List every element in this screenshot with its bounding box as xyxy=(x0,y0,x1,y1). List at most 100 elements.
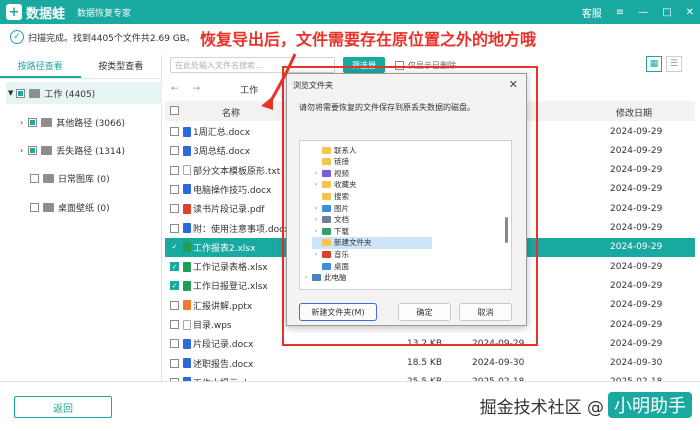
word-file-icon xyxy=(183,145,191,156)
minimize-icon[interactable]: — xyxy=(638,7,648,18)
folder-tree-item[interactable]: › 收藏夹 xyxy=(312,179,357,191)
sidebar: 按路径查看 按类型查看 ▼ 工作 (4405) › 其他路径 (3066) › 丢失路径 … xyxy=(0,55,162,381)
folder-tree-item[interactable]: 搜索 xyxy=(312,190,349,202)
nav-forward-icon[interactable]: → xyxy=(193,84,201,94)
row-checkbox[interactable] xyxy=(170,184,179,194)
folder-icon xyxy=(322,227,331,235)
grid-view-icon[interactable]: ▦ xyxy=(646,56,662,72)
expand-arrow-icon[interactable]: › xyxy=(20,118,23,127)
list-view-icon[interactable]: ☰ xyxy=(666,56,682,72)
tree-arrow-icon[interactable]: › xyxy=(312,181,320,188)
folder-icon xyxy=(41,145,53,155)
row-checkbox[interactable] xyxy=(170,223,179,233)
tree-arrow-icon[interactable]: › xyxy=(312,251,320,258)
folder-tree-item[interactable]: › 此电脑 xyxy=(302,272,347,284)
menu-icon[interactable]: ≡ xyxy=(616,7,624,18)
folder-tree-item[interactable]: › 文档 xyxy=(312,214,349,226)
tab-by-type[interactable]: 按类型查看 xyxy=(81,55,162,78)
folder-tree-label: 此电脑 xyxy=(324,273,347,283)
row-checkbox[interactable] xyxy=(170,204,179,214)
watermark-pill: 小明助手 xyxy=(608,392,692,418)
word-file-icon xyxy=(183,358,191,369)
dialog-close-icon[interactable]: ✕ xyxy=(509,78,518,91)
row-checkbox[interactable] xyxy=(170,320,179,329)
folder-tree-label: 下载 xyxy=(334,226,349,236)
tree-checkbox[interactable] xyxy=(16,88,26,98)
sidebar-tree-item[interactable]: › 其他路径 (3066) xyxy=(20,111,125,133)
folder-tree-item[interactable]: 新建文件夹 xyxy=(312,236,432,249)
folder-tree-label: 图片 xyxy=(334,203,349,213)
watermark-text: 掘金技术社区 @ xyxy=(479,397,604,418)
row-checkbox[interactable]: ✓ xyxy=(170,262,179,272)
folder-tree-item[interactable]: 桌面 xyxy=(312,260,349,272)
folder-icon xyxy=(322,181,331,189)
folder-tree-scrollbar[interactable] xyxy=(505,147,509,285)
collapse-arrow-icon[interactable]: ▼ xyxy=(8,89,13,97)
row-checkbox[interactable] xyxy=(170,127,179,136)
tree-arrow-icon[interactable]: › xyxy=(312,170,320,177)
ok-button[interactable]: 确定 xyxy=(398,303,451,321)
scrollbar-thumb[interactable] xyxy=(505,217,508,243)
folder-tree-label: 搜索 xyxy=(334,191,349,201)
file-modified-date: 2024-09-29 xyxy=(610,242,663,253)
tree-checkbox[interactable] xyxy=(28,145,38,155)
dialog-description: 请勿将需要恢复的文件保存到原丢失数据的磁盘。 xyxy=(299,103,475,112)
file-modified-date: 2024-09-29 xyxy=(610,300,663,311)
row-checkbox[interactable] xyxy=(170,146,179,156)
header-modified[interactable]: 修改日期 xyxy=(616,106,652,119)
table-row[interactable]: 述职报告.docx 18.5 KB 2024-09-30 2024-09-30 xyxy=(165,354,695,373)
tab-by-path[interactable]: 按路径查看 xyxy=(0,55,81,78)
maximize-icon[interactable]: □ xyxy=(662,7,671,18)
tree-arrow-icon[interactable]: › xyxy=(312,228,320,235)
tree-checkbox[interactable] xyxy=(28,117,38,127)
file-modified-date: 2024-09-29 xyxy=(610,338,663,349)
file-modified-date: 2024-09-30 xyxy=(610,358,663,369)
cancel-button[interactable]: 取消 xyxy=(459,303,512,321)
expand-arrow-icon[interactable]: › xyxy=(20,146,23,155)
tree-arrow-icon[interactable]: › xyxy=(312,216,320,223)
sidebar-tree-item[interactable]: ▼ 工作 (4405) xyxy=(6,82,162,104)
select-all-checkbox[interactable] xyxy=(170,106,179,115)
xls-file-icon xyxy=(183,280,191,291)
file-modified-date: 2024-09-29 xyxy=(610,223,663,233)
folder-tree-item[interactable]: › 音乐 xyxy=(312,248,349,260)
tree-checkbox[interactable] xyxy=(30,202,39,212)
tree-arrow-icon[interactable]: › xyxy=(312,205,320,212)
folder-icon xyxy=(322,146,331,154)
tree-item-label: 日常图库 (0) xyxy=(58,174,110,185)
watermark: 掘金技术社区 @ 小明助手 xyxy=(480,392,692,418)
tree-arrow-icon[interactable]: › xyxy=(302,274,310,281)
sidebar-tree-item[interactable]: › 丢失路径 (1314) xyxy=(20,139,125,161)
row-checkbox[interactable] xyxy=(170,358,179,368)
sidebar-tree-item[interactable]: 桌面壁纸 (0) xyxy=(30,196,110,218)
row-checkbox[interactable]: ✓ xyxy=(170,242,179,252)
folder-tree-label: 链接 xyxy=(334,157,349,167)
row-checkbox[interactable]: ✓ xyxy=(170,281,179,291)
folder-tree-item[interactable]: › 视频 xyxy=(312,167,349,179)
tree-item-label: 工作 (4405) xyxy=(44,89,96,100)
new-folder-button[interactable]: 新建文件夹(M) xyxy=(299,303,377,321)
title-bar: + 数据蛙 数据恢复专家 客服 ≡ — □ ✕ xyxy=(0,0,700,24)
row-checkbox[interactable] xyxy=(170,165,179,175)
folder-icon xyxy=(322,239,331,247)
folder-tree-label: 视频 xyxy=(334,168,349,178)
nav-back-icon[interactable]: ← xyxy=(171,84,179,94)
back-button[interactable]: 返回 xyxy=(14,396,112,418)
folder-tree-item[interactable]: › 下载 xyxy=(312,225,349,237)
row-checkbox[interactable] xyxy=(170,339,179,349)
folder-tree-item[interactable]: 联系人 xyxy=(312,144,357,156)
word-file-icon xyxy=(183,338,191,349)
annotation-arrow-icon xyxy=(261,53,297,110)
support-link[interactable]: 客服 xyxy=(582,5,602,20)
row-checkbox[interactable] xyxy=(170,300,179,310)
tree-item-label: 丢失路径 (1314) xyxy=(56,146,125,157)
folder-tree-item[interactable]: › 图片 xyxy=(312,202,349,214)
tree-item-label: 桌面壁纸 (0) xyxy=(58,203,110,214)
close-icon[interactable]: ✕ xyxy=(686,7,694,18)
folder-tree-item[interactable]: 链接 xyxy=(312,156,349,168)
xls-file-icon xyxy=(183,242,191,253)
tree-checkbox[interactable] xyxy=(30,173,39,183)
file-modified-date: 2024-09-29 xyxy=(610,184,663,195)
sidebar-tree-item[interactable]: 日常图库 (0) xyxy=(30,167,110,189)
header-name[interactable]: 名称 xyxy=(222,106,240,119)
